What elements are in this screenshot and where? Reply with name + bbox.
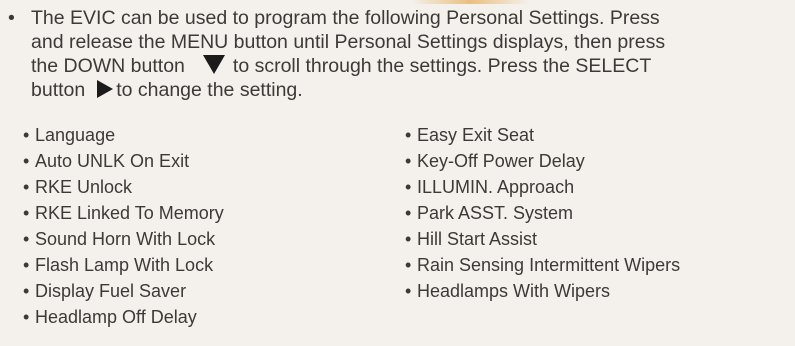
intro-line-2: and release the MENU button until Person… (31, 31, 666, 53)
setting-label: RKE Linked To Memory (35, 203, 224, 223)
intro-line-3b: to scroll through the settings. Press th… (232, 55, 652, 77)
list-bullet: • (405, 229, 412, 249)
list-item: • Display Fuel Saver (23, 278, 224, 304)
list-bullet: • (405, 255, 412, 275)
setting-label: Park ASST. System (417, 203, 574, 223)
list-bullet: • (23, 281, 30, 301)
list-item: • RKE Unlock (23, 174, 224, 200)
list-bullet: • (405, 281, 412, 301)
list-bullet: • (23, 177, 30, 197)
list-bullet: • (23, 151, 30, 171)
list-bullet: • (23, 229, 30, 249)
setting-label: Hill Start Assist (417, 229, 538, 249)
list-item: • Park ASST. System (405, 200, 680, 226)
list-item: • Hill Start Assist (405, 226, 680, 252)
intro-line-1: The EVIC can be used to program the foll… (31, 7, 660, 29)
right-arrow-triangle-icon (97, 80, 114, 98)
setting-label: Language (35, 125, 116, 145)
list-item: • Easy Exit Seat (405, 122, 680, 148)
manual-page: • The EVIC can be used to program the fo… (0, 0, 795, 346)
setting-label: Headlamps With Wipers (417, 281, 611, 301)
list-bullet: • (23, 255, 30, 275)
list-item: • Flash Lamp With Lock (23, 252, 224, 278)
intro-line-3a: the DOWN button (31, 55, 185, 77)
list-item: • Headlamps With Wipers (405, 278, 680, 304)
setting-label: Rain Sensing Intermittent Wipers (417, 255, 681, 275)
setting-label: Easy Exit Seat (417, 125, 535, 145)
top-accent-edge (410, 0, 530, 4)
setting-label: Sound Horn With Lock (35, 229, 216, 249)
list-bullet: • (23, 125, 30, 145)
list-item: • Headlamp Off Delay (23, 304, 224, 330)
list-bullet: • (23, 203, 30, 223)
list-bullet: • (23, 307, 30, 327)
list-bullet: • (405, 151, 412, 171)
list-item: • ILLUMIN. Approach (405, 174, 680, 200)
intro-line-4b: to change the setting. (116, 79, 303, 101)
settings-list-left: • Language • Auto UNLK On Exit • RKE Unlock… (23, 122, 224, 330)
setting-label: Auto UNLK On Exit (35, 151, 190, 171)
intro-text: The EVIC can be used to program the foll… (31, 6, 791, 102)
settings-list-right: • Easy Exit Seat • Key-Off Power Delay • IL… (405, 122, 680, 304)
setting-label: Headlamp Off Delay (35, 307, 197, 327)
down-arrow-triangle-icon (202, 55, 225, 74)
list-item: • Auto UNLK On Exit (23, 148, 224, 174)
list-item: • RKE Linked To Memory (23, 200, 224, 226)
list-item: • Sound Horn With Lock (23, 226, 224, 252)
setting-label: Flash Lamp With Lock (35, 255, 214, 275)
intro-line-3: the DOWN button to scroll through the set… (31, 54, 791, 78)
intro-line-4a: button (31, 79, 86, 101)
list-bullet: • (405, 203, 412, 223)
intro-bullet: • (8, 7, 15, 29)
list-item: • Rain Sensing Intermittent Wipers (405, 252, 680, 278)
setting-label: Display Fuel Saver (35, 281, 187, 301)
list-bullet: • (405, 177, 412, 197)
intro-paragraph: • The EVIC can be used to program the fo… (8, 6, 791, 102)
setting-label: RKE Unlock (35, 177, 133, 197)
setting-label: Key-Off Power Delay (417, 151, 585, 171)
list-bullet: • (405, 125, 412, 145)
setting-label: ILLUMIN. Approach (417, 177, 575, 197)
intro-line-4: button to change the setting. (31, 78, 791, 102)
list-item: • Language (23, 122, 224, 148)
list-item: • Key-Off Power Delay (405, 148, 680, 174)
